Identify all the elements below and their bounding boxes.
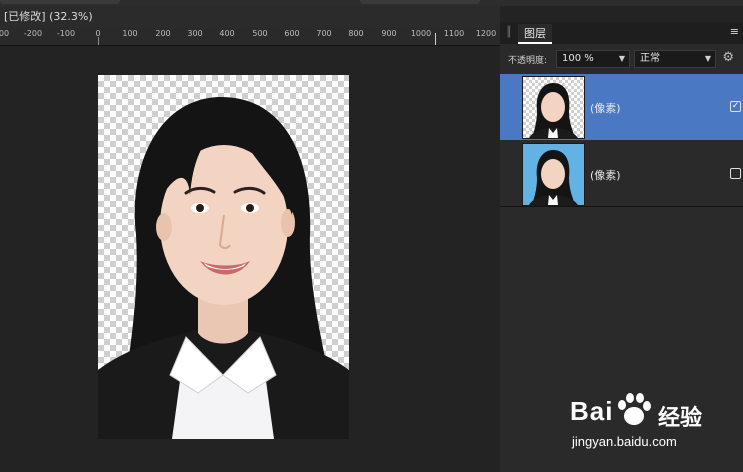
opacity-dropdown[interactable]: 100 % ▼ [556,50,630,68]
document-canvas[interactable] [0,46,500,472]
panel-tab-bar: ║ 图层 ≡ [500,22,743,44]
ruler-label: -200 [23,29,43,38]
ruler-label: 400 [219,29,235,38]
paw-icon [618,393,651,425]
ruler-edge-marker [435,33,436,45]
layer-name: (像素) [590,169,621,182]
tab-layers[interactable]: 图层 [518,24,552,44]
ruler-label: 1100 [443,29,465,38]
top-tab-pill[interactable] [360,0,480,4]
ruler-origin-tick [98,37,99,45]
ruler-label: -100 [56,29,76,38]
gear-icon[interactable]: ⚙ [722,50,734,66]
portrait-illustration [98,96,349,439]
drag-grip-icon[interactable]: ║ [506,27,512,38]
blend-mode-dropdown[interactable]: 正常 ▼ [634,50,716,68]
layer-visibility-checkbox[interactable] [730,168,741,179]
watermark-brand: Bai [570,396,614,426]
panel-menu-icon[interactable]: ≡ [730,25,739,38]
ruler-label: 800 [348,29,364,38]
chevron-down-icon: ▼ [704,54,711,63]
ruler-label: 200 [155,29,171,38]
opacity-label: 不透明度: [508,56,548,66]
blend-mode-value: 正常 [640,53,660,64]
ruler-label: 300 [187,29,203,38]
opacity-bar: 不透明度: 100 % ▼ 正常 ▼ ⚙ [500,44,743,74]
horizontal-ruler[interactable]: 00 -200 -100 0 100 200 300 400 500 600 7… [0,28,500,46]
watermark-url: jingyan.baidu.com [572,434,677,449]
top-tab-pill[interactable] [0,0,120,4]
chevron-down-icon: ▼ [618,54,625,63]
ruler-label: 00 [0,29,10,38]
baidu-watermark: Bai 经验 jingyan.baidu.com [566,392,741,462]
ruler-label: 500 [252,29,268,38]
ruler-label: 700 [316,29,332,38]
layer-thumbnail [522,76,585,139]
layer-visibility-checkbox[interactable]: ✓ [730,101,741,112]
portrait-photo-layer[interactable] [98,75,349,439]
layer-row-selected[interactable]: (像素) ✓ [500,74,743,140]
ruler-label: 1200 [475,29,497,38]
ruler-label: 100 [122,29,138,38]
ruler-label: 600 [284,29,300,38]
document-title: [已修改] (32.3%) [0,6,500,28]
watermark-suffix: 经验 [658,406,703,431]
layer-row[interactable]: (像素) [500,141,743,207]
layer-name: (像素) [590,102,621,115]
opacity-value: 100 % [562,53,594,64]
thumbnail-portrait-icon [529,83,578,138]
thumbnail-portrait-icon [529,150,578,205]
ruler-label: 1000 [410,29,432,38]
ruler-label: 900 [381,29,397,38]
layer-thumbnail [522,143,585,206]
